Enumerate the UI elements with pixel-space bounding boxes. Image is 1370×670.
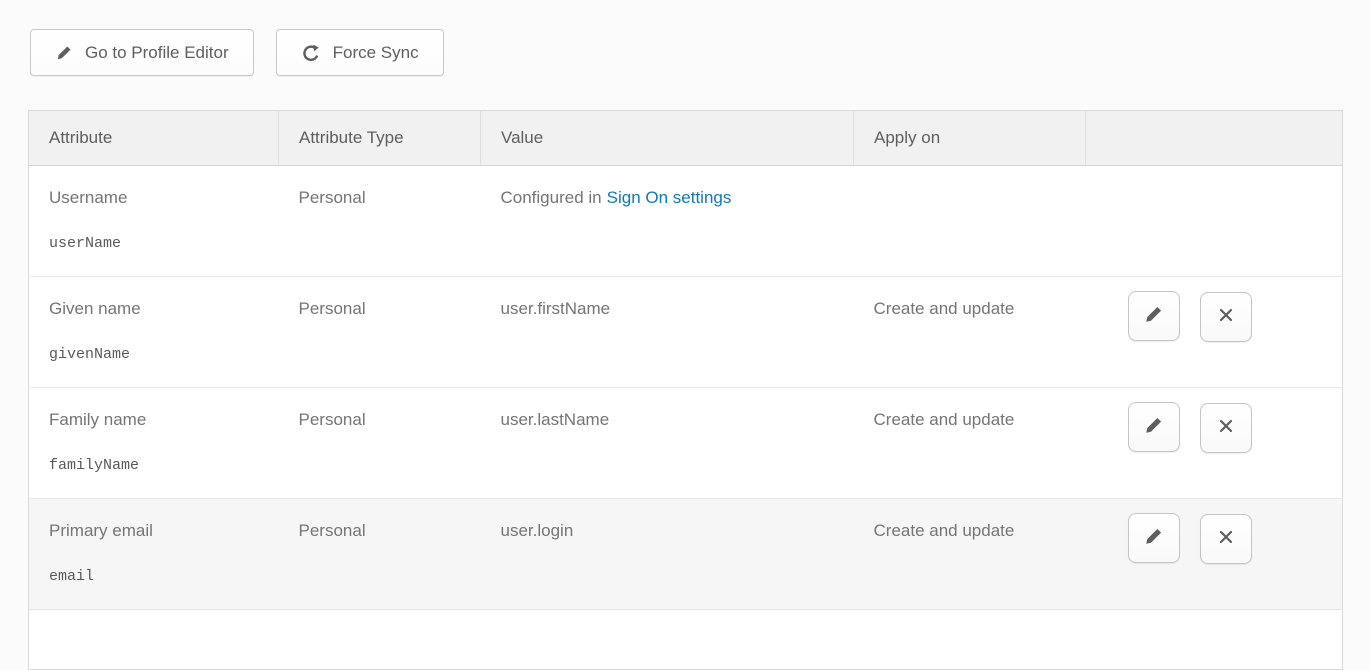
- header-apply-on: Apply on: [854, 111, 1086, 166]
- apply-on-value: Create and update: [874, 299, 1015, 318]
- attribute-label: Given name: [49, 298, 259, 320]
- close-icon: [1216, 416, 1236, 439]
- header-actions: [1086, 111, 1343, 166]
- header-value: Value: [481, 111, 854, 166]
- delete-attribute-button[interactable]: [1200, 403, 1252, 453]
- header-attribute: Attribute: [29, 111, 279, 166]
- apply-on-value: Create and update: [874, 521, 1015, 540]
- attribute-name: givenName: [49, 346, 259, 363]
- force-sync-button[interactable]: Force Sync: [276, 29, 444, 76]
- go-to-profile-editor-button[interactable]: Go to Profile Editor: [30, 29, 254, 76]
- pencil-icon: [1143, 526, 1164, 550]
- delete-attribute-button[interactable]: [1200, 514, 1252, 564]
- attribute-value-text: user.login: [501, 521, 574, 540]
- sync-icon: [301, 43, 321, 63]
- table-row: Username userName Personal Configured in…: [29, 166, 1343, 277]
- toolbar: Go to Profile Editor Force Sync: [30, 29, 444, 76]
- table-row-partial: [29, 610, 1343, 670]
- attribute-value-text: Configured in: [501, 188, 602, 207]
- attribute-label: Username: [49, 187, 259, 209]
- attribute-type: Personal: [299, 188, 366, 207]
- row-actions: [1128, 423, 1252, 440]
- header-attribute-type: Attribute Type: [279, 111, 481, 166]
- attribute-label: Primary email: [49, 520, 259, 542]
- attribute-name: userName: [49, 235, 259, 252]
- close-icon: [1216, 305, 1236, 328]
- row-actions: [1128, 534, 1252, 551]
- close-icon: [1216, 527, 1236, 550]
- pencil-icon: [55, 44, 73, 62]
- table-row: Primary email email Personal user.login …: [29, 499, 1343, 610]
- row-actions: [1128, 312, 1252, 329]
- table-body: Username userName Personal Configured in…: [29, 166, 1343, 670]
- edit-attribute-button[interactable]: [1128, 513, 1180, 563]
- apply-on-value: Create and update: [874, 410, 1015, 429]
- attribute-name: email: [49, 568, 259, 585]
- attribute-value-text: user.firstName: [501, 299, 611, 318]
- table-row: Family name familyName Personal user.las…: [29, 388, 1343, 499]
- delete-attribute-button[interactable]: [1200, 292, 1252, 342]
- force-sync-label: Force Sync: [333, 43, 419, 63]
- attribute-label: Family name: [49, 409, 259, 431]
- attribute-type: Personal: [299, 299, 366, 318]
- attribute-type: Personal: [299, 521, 366, 540]
- sign-on-settings-link[interactable]: Sign On settings: [607, 188, 732, 207]
- edit-attribute-button[interactable]: [1128, 402, 1180, 452]
- go-to-profile-editor-label: Go to Profile Editor: [85, 43, 229, 63]
- attribute-type: Personal: [299, 410, 366, 429]
- pencil-icon: [1143, 304, 1164, 328]
- edit-attribute-button[interactable]: [1128, 291, 1180, 341]
- table-row: Given name givenName Personal user.first…: [29, 277, 1343, 388]
- pencil-icon: [1143, 415, 1164, 439]
- attribute-name: familyName: [49, 457, 259, 474]
- attribute-value-text: user.lastName: [501, 410, 610, 429]
- table-header: Attribute Attribute Type Value Apply on: [29, 111, 1343, 166]
- attribute-mappings-table: Attribute Attribute Type Value Apply on …: [28, 110, 1343, 670]
